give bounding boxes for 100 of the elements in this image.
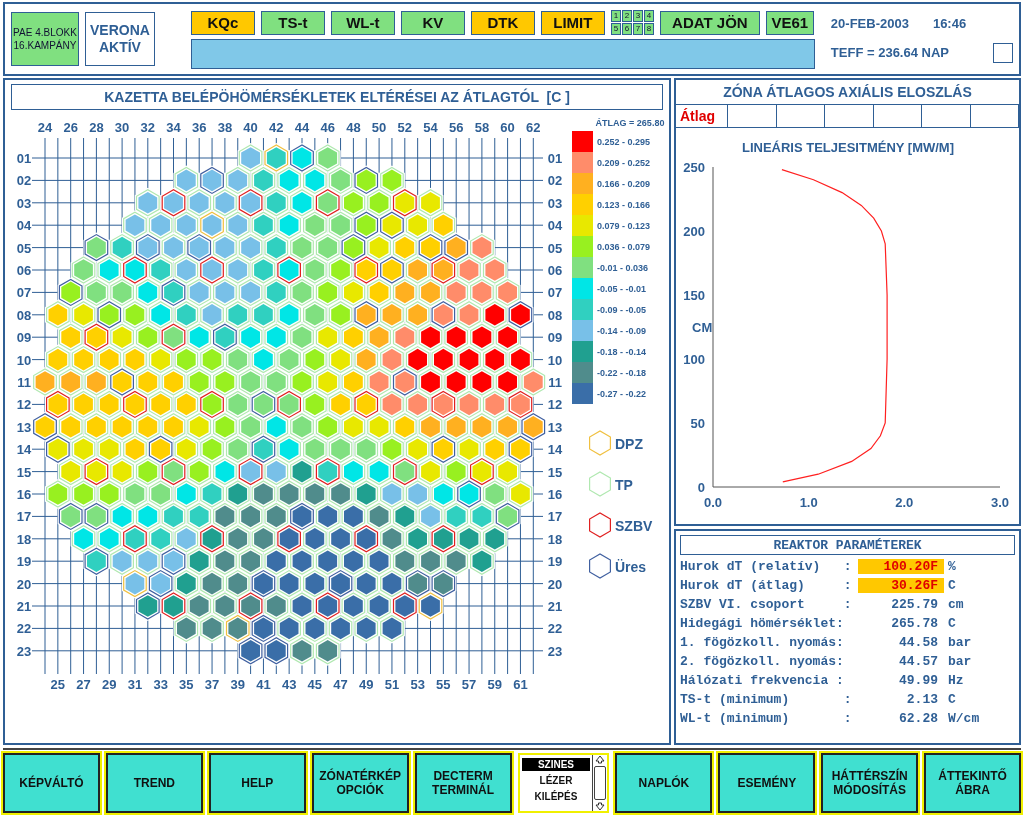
- map-title: KAZETTA BELÉPÖHÖMÉRSÉKLETEK ELTÉRÉSEI AZ ÁTLAGTÓL [C ]: [11, 84, 663, 110]
- down-arrow-icon[interactable]: [595, 802, 606, 811]
- legend-label: SZBV: [615, 518, 653, 534]
- row-label: 01: [547, 151, 563, 166]
- param-label: Hidegági hömérséklet:: [680, 616, 845, 631]
- x-tick-label: 3.0: [990, 495, 1010, 510]
- y-axis-label: CM: [692, 320, 713, 335]
- row-label: 12: [16, 397, 32, 413]
- row-label: 19: [547, 554, 563, 570]
- row-label: 15: [547, 464, 563, 480]
- column-label: 36: [191, 120, 207, 135]
- column-label: 37: [204, 677, 220, 692]
- legend-label: TP: [615, 477, 633, 493]
- menu-button[interactable]: ZÓNATÉRKÉP OPCIÓK: [311, 753, 409, 813]
- legend-label: DPZ: [615, 436, 643, 452]
- column-label: 62: [526, 120, 541, 135]
- legend-range: -0.14 - -0.09: [597, 326, 647, 336]
- row-label: 08: [547, 307, 563, 323]
- channel-indicator: 8: [643, 23, 654, 35]
- menu-button[interactable]: DECTERM TERMINÁL: [414, 753, 512, 813]
- menu-button[interactable]: HELP: [208, 753, 306, 813]
- param-unit: %: [948, 559, 956, 574]
- row-label: 07: [16, 285, 32, 301]
- y-tick-label: 50: [690, 416, 705, 431]
- scrollbar-thumb[interactable]: [594, 766, 607, 800]
- param-label: 1. fögözkoll. nyomás:: [680, 635, 845, 650]
- column-label: 46: [320, 120, 335, 135]
- menu-button[interactable]: ESEMÉNY: [718, 753, 816, 813]
- row-label: 04: [547, 218, 563, 234]
- row-label: 20: [547, 576, 563, 592]
- param-value: 62.28: [898, 711, 939, 726]
- print-listbox[interactable]: SZINES LÉZER KILÉPÉS: [517, 753, 610, 813]
- column-label: 32: [140, 120, 156, 135]
- row-label: 20: [16, 576, 32, 592]
- menu-button[interactable]: TREND: [105, 753, 203, 813]
- params-title: REAKTOR PARAMÉTEREK: [680, 535, 1015, 555]
- legend-range: 0.166 - 0.209: [597, 179, 651, 189]
- column-label: 43: [281, 677, 297, 692]
- menu-button[interactable]: NAPLÓK: [615, 753, 713, 813]
- column-label: 59: [487, 677, 502, 692]
- menu-button[interactable]: HÁTTÉRSZÍN MÓDOSÍTÁS: [821, 753, 919, 813]
- param-label: Hurok dT (átlag) :: [680, 578, 853, 593]
- row-label: 03: [16, 195, 32, 211]
- legend-range: -0.22 - -0.18: [597, 368, 647, 378]
- zone-title: ZÓNA ÁTLAGOS AXIÁLIS ELOSZLÁS: [722, 82, 973, 102]
- param-label: WL-t (minimum) :: [680, 711, 853, 726]
- param-value: 44.58: [898, 635, 939, 650]
- column-label: 41: [256, 677, 271, 692]
- row-label: 06: [16, 263, 32, 278]
- legend-range: -0.05 - -0.01: [597, 284, 647, 294]
- column-label: 60: [500, 120, 515, 135]
- row-label: 09: [16, 330, 32, 346]
- row-label: 05: [547, 240, 563, 256]
- column-label: 40: [243, 120, 258, 135]
- time-text: 16:46: [932, 15, 967, 31]
- column-label: 33: [153, 677, 168, 692]
- status-indicator: DTK: [470, 10, 535, 35]
- column-label: 31: [127, 677, 143, 692]
- param-label: TS-t (minimum) :: [680, 692, 853, 707]
- checkbox[interactable]: [993, 42, 1013, 63]
- row-label: 18: [16, 531, 32, 547]
- legend-label: Üres: [615, 559, 647, 575]
- row-label: 17: [16, 509, 32, 525]
- status-indicator: KV: [400, 10, 465, 35]
- list-option[interactable]: SZINES: [521, 758, 591, 771]
- param-value: 100.20F: [858, 559, 944, 574]
- channel-indicator: 4: [643, 10, 654, 22]
- row-label: 06: [547, 263, 563, 278]
- param-value: 49.99: [898, 673, 939, 688]
- column-label: 44: [294, 120, 310, 135]
- param-unit: W/cm: [948, 711, 980, 726]
- column-label: 56: [448, 120, 464, 135]
- row-label: 13: [547, 419, 563, 435]
- row-label: 11: [17, 375, 31, 390]
- column-label: 51: [384, 677, 400, 692]
- column-label: 49: [359, 677, 374, 692]
- column-label: 27: [76, 677, 91, 692]
- row-label: 19: [16, 554, 32, 570]
- column-label: 24: [37, 120, 53, 135]
- row-label: 16: [547, 487, 563, 502]
- menu-button[interactable]: ÁTTEKINTŐ ÁBRA: [924, 753, 1022, 813]
- column-label: 55: [436, 677, 451, 692]
- x-tick-label: 1.0: [799, 495, 818, 510]
- param-value: 265.78: [890, 616, 939, 631]
- row-label: 09: [547, 330, 563, 346]
- row-label: 01: [16, 151, 32, 166]
- column-label: 34: [166, 120, 181, 135]
- column-label: 35: [179, 677, 194, 692]
- channel-indicator: 1: [610, 10, 621, 22]
- row-label: 05: [16, 240, 32, 256]
- row-label: 23: [547, 643, 563, 659]
- row-label: 10: [547, 352, 563, 368]
- row-label: 13: [16, 419, 32, 435]
- menu-button[interactable]: KÉPVÁLTÓ: [3, 753, 100, 813]
- row-label: 11: [548, 375, 562, 390]
- column-label: 45: [307, 677, 323, 692]
- column-label: 28: [89, 120, 104, 135]
- chart-title: LINEÁRIS TELJESITMÉNY [MW/M]: [741, 140, 955, 155]
- x-tick-label: 2.0: [895, 495, 914, 510]
- up-arrow-icon[interactable]: [595, 755, 606, 764]
